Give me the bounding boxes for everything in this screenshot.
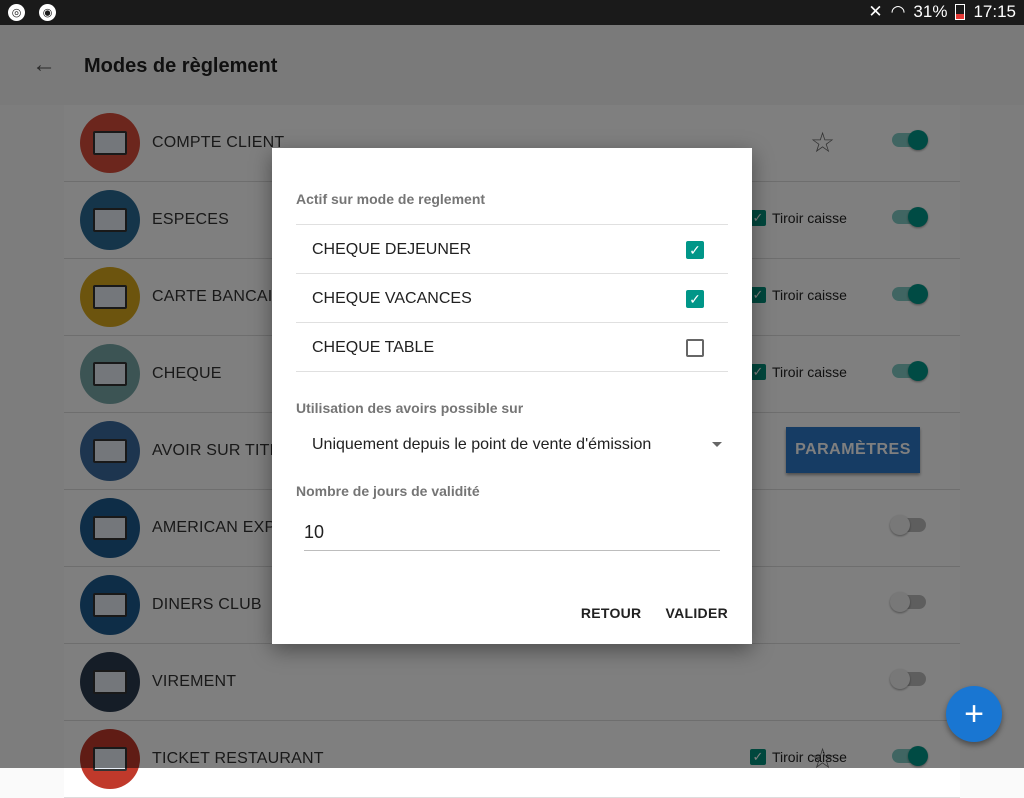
payment-option-row[interactable]: CHEQUE TABLE: [296, 323, 728, 372]
plus-icon: +: [964, 695, 984, 733]
payment-option-label: CHEQUE TABLE: [312, 339, 435, 356]
payment-option-label: CHEQUE VACANCES: [312, 290, 472, 307]
usage-dropdown[interactable]: Uniquement depuis le point de vente d'ém…: [296, 432, 728, 460]
sync-app-icon: ◎: [8, 4, 25, 21]
section-usage-title: Utilisation des avoirs possible sur: [296, 400, 524, 416]
wifi-icon: ◠: [890, 2, 906, 21]
validity-days-field[interactable]: 10: [304, 520, 720, 551]
payment-option-row[interactable]: CHEQUE DEJEUNER ✓: [296, 225, 728, 274]
settings-dialog: Actif sur mode de reglement CHEQUE DEJEU…: [272, 148, 752, 644]
clock: 17:15: [973, 2, 1016, 21]
battery-icon: [955, 4, 966, 20]
add-payment-mode-button[interactable]: +: [946, 686, 1002, 742]
mute-icon: ✕: [868, 2, 883, 21]
status-bar: ◎ ◉ ✕ ◠ 31% 17:15: [0, 0, 1024, 25]
back-button[interactable]: RETOUR: [581, 605, 642, 621]
dropdown-arrow-icon: [712, 442, 722, 447]
payment-option-label: CHEQUE DEJEUNER: [312, 241, 472, 258]
dialog-actions: RETOUR VALIDER: [581, 605, 728, 621]
validate-button[interactable]: VALIDER: [665, 605, 728, 621]
section-active-title: Actif sur mode de reglement: [296, 191, 486, 207]
payment-option-list: CHEQUE DEJEUNER ✓ CHEQUE VACANCES ✓ CHEQUE T…: [296, 224, 728, 372]
payment-option-row[interactable]: CHEQUE VACANCES ✓: [296, 274, 728, 323]
chrome-icon: ◉: [39, 4, 56, 21]
validity-days-value: 10: [304, 522, 325, 542]
section-validity-title: Nombre de jours de validité: [296, 483, 480, 499]
payment-option-checkbox[interactable]: ✓: [686, 241, 704, 259]
payment-option-checkbox[interactable]: [686, 339, 704, 357]
payment-option-checkbox[interactable]: ✓: [686, 290, 704, 308]
usage-dropdown-value: Uniquement depuis le point de vente d'ém…: [312, 436, 652, 453]
battery-level: 31%: [913, 2, 948, 21]
